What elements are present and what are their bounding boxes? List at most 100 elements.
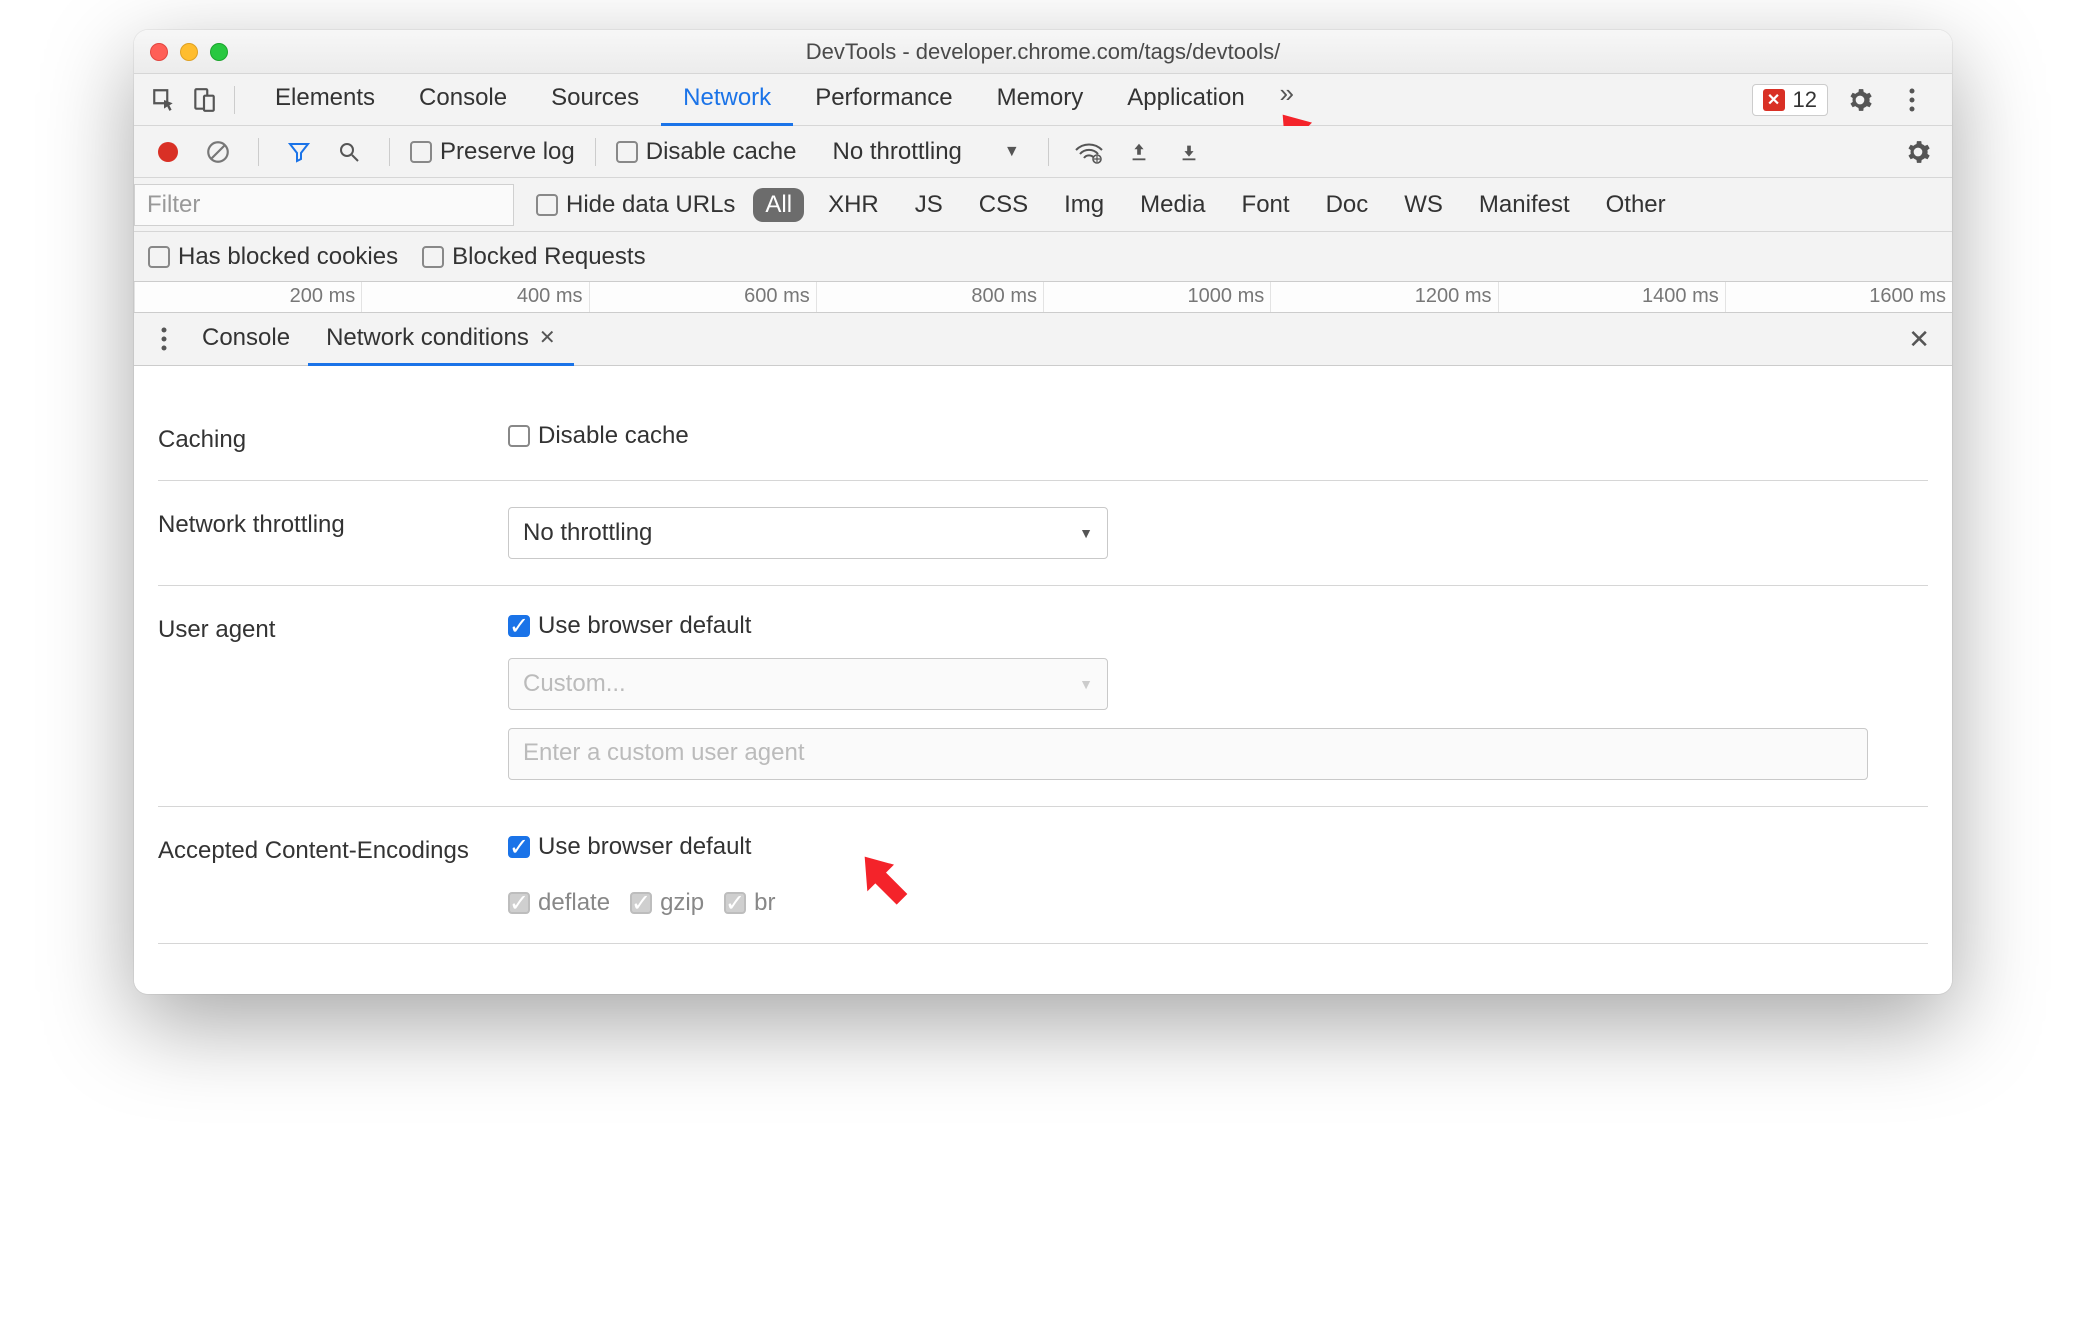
error-count-badge[interactable]: ✕ 12 [1752, 84, 1828, 116]
section-label: Caching [158, 422, 508, 454]
kebab-menu-icon[interactable] [1892, 80, 1932, 120]
hide-data-urls-checkbox[interactable]: Hide data URLs [536, 191, 735, 219]
chip-media[interactable]: Media [1128, 188, 1217, 222]
tab-memory[interactable]: Memory [975, 74, 1106, 126]
encodings-row: ✓ deflate ✓ gzip ✓ br [508, 889, 1928, 917]
tabs-list: Elements Console Sources Network Perform… [253, 74, 1307, 126]
blocked-requests-checkbox[interactable]: Blocked Requests [422, 243, 645, 271]
record-button[interactable] [148, 132, 188, 172]
chevron-down-icon: ▼ [1079, 525, 1093, 541]
chip-font[interactable]: Font [1230, 188, 1302, 222]
checkbox-icon [422, 246, 444, 268]
tab-application[interactable]: Application [1105, 74, 1266, 126]
options-row: Has blocked cookies Blocked Requests [134, 232, 1952, 282]
encoding-br: ✓ br [724, 889, 775, 917]
blocked-cookies-checkbox[interactable]: Has blocked cookies [148, 243, 398, 271]
checkbox-disabled-icon: ✓ [724, 892, 746, 914]
separator [1048, 138, 1049, 166]
ua-use-default-label: Use browser default [538, 612, 751, 640]
search-icon[interactable] [329, 132, 369, 172]
error-count: 12 [1793, 87, 1817, 113]
network-conditions-panel: Caching Disable cache Network throttling… [134, 366, 1952, 994]
ua-custom-textarea: Enter a custom user agent [508, 728, 1868, 780]
section-caching: Caching Disable cache [158, 396, 1928, 481]
error-icon: ✕ [1763, 89, 1785, 111]
chip-all[interactable]: All [753, 188, 804, 222]
close-tab-icon[interactable]: ✕ [539, 325, 556, 350]
tick: 800 ms [816, 282, 1043, 312]
throttling-select-box[interactable]: No throttling ▼ [508, 507, 1108, 559]
encoding-deflate: ✓ deflate [508, 889, 610, 917]
throttling-value: No throttling [523, 519, 652, 547]
drawer-menu-icon[interactable] [144, 319, 184, 359]
filter-input[interactable] [134, 184, 514, 226]
checkbox-icon [508, 425, 530, 447]
separator [234, 86, 235, 114]
separator [389, 138, 390, 166]
main-tabstrip: Elements Console Sources Network Perform… [134, 74, 1952, 126]
drawer-close-icon[interactable]: ✕ [1896, 324, 1942, 355]
disable-cache-label: Disable cache [646, 138, 797, 166]
chip-doc[interactable]: Doc [1314, 188, 1381, 222]
checkbox-checked-icon: ✓ [508, 836, 530, 858]
filter-icon[interactable] [279, 132, 319, 172]
ua-textarea-placeholder: Enter a custom user agent [523, 739, 804, 766]
tick: 1000 ms [1043, 282, 1270, 312]
throttling-select[interactable]: No throttling [832, 138, 961, 166]
chip-xhr[interactable]: XHR [816, 188, 891, 222]
drawer-tab-label: Console [202, 324, 290, 352]
panel-disable-cache-label: Disable cache [538, 422, 689, 450]
section-user-agent: User agent ✓ Use browser default Custom.… [158, 586, 1928, 807]
tab-performance[interactable]: Performance [793, 74, 974, 126]
export-har-icon[interactable] [1169, 132, 1209, 172]
import-har-icon[interactable] [1119, 132, 1159, 172]
filter-row: Hide data URLs All XHR JS CSS Img Media … [134, 178, 1952, 232]
ua-custom-select: Custom... ▼ [508, 658, 1108, 710]
more-tabs-icon[interactable]: » [1267, 74, 1307, 114]
tick: 200 ms [134, 282, 361, 312]
chip-other[interactable]: Other [1594, 188, 1678, 222]
separator [258, 138, 259, 166]
encoding-label: deflate [538, 889, 610, 917]
tick: 600 ms [589, 282, 816, 312]
disable-cache-checkbox[interactable]: Disable cache [616, 138, 797, 166]
network-settings-icon[interactable] [1898, 132, 1938, 172]
tab-network[interactable]: Network [661, 74, 793, 126]
drawer-tab-network-conditions[interactable]: Network conditions ✕ [308, 312, 574, 366]
checkbox-disabled-icon: ✓ [508, 892, 530, 914]
tab-console[interactable]: Console [397, 74, 529, 126]
checkbox-icon [410, 141, 432, 163]
panel-disable-cache-checkbox[interactable]: Disable cache [508, 422, 1928, 450]
tab-sources[interactable]: Sources [529, 74, 661, 126]
checkbox-disabled-icon: ✓ [630, 892, 652, 914]
drawer-tab-console[interactable]: Console [184, 312, 308, 366]
chip-css[interactable]: CSS [967, 188, 1040, 222]
checkbox-icon [616, 141, 638, 163]
chip-js[interactable]: JS [903, 188, 955, 222]
tick: 1200 ms [1270, 282, 1497, 312]
settings-icon[interactable] [1840, 80, 1880, 120]
preserve-log-checkbox[interactable]: Preserve log [410, 138, 575, 166]
preserve-log-label: Preserve log [440, 138, 575, 166]
device-toolbar-icon[interactable] [184, 80, 224, 120]
clear-icon[interactable] [198, 132, 238, 172]
chip-img[interactable]: Img [1052, 188, 1116, 222]
chevron-down-icon[interactable]: ▼ [1004, 143, 1020, 161]
chip-ws[interactable]: WS [1392, 188, 1455, 222]
blocked-requests-label: Blocked Requests [452, 243, 645, 271]
section-label: User agent [158, 612, 508, 644]
network-toolbar: Preserve log Disable cache No throttling… [134, 126, 1952, 178]
checkbox-icon [148, 246, 170, 268]
encoding-label: br [754, 889, 775, 917]
accepted-use-default-checkbox[interactable]: ✓ Use browser default [508, 833, 1928, 861]
titlebar: DevTools - developer.chrome.com/tags/dev… [134, 30, 1952, 74]
ua-use-default-checkbox[interactable]: ✓ Use browser default [508, 612, 1928, 640]
network-conditions-icon[interactable] [1069, 132, 1109, 172]
inspect-element-icon[interactable] [144, 80, 184, 120]
separator [595, 138, 596, 166]
tab-elements[interactable]: Elements [253, 74, 397, 126]
drawer-tab-label: Network conditions [326, 324, 529, 352]
timeline-ruler[interactable]: 200 ms 400 ms 600 ms 800 ms 1000 ms 1200… [134, 282, 1952, 312]
chip-manifest[interactable]: Manifest [1467, 188, 1582, 222]
blocked-cookies-label: Has blocked cookies [178, 243, 398, 271]
